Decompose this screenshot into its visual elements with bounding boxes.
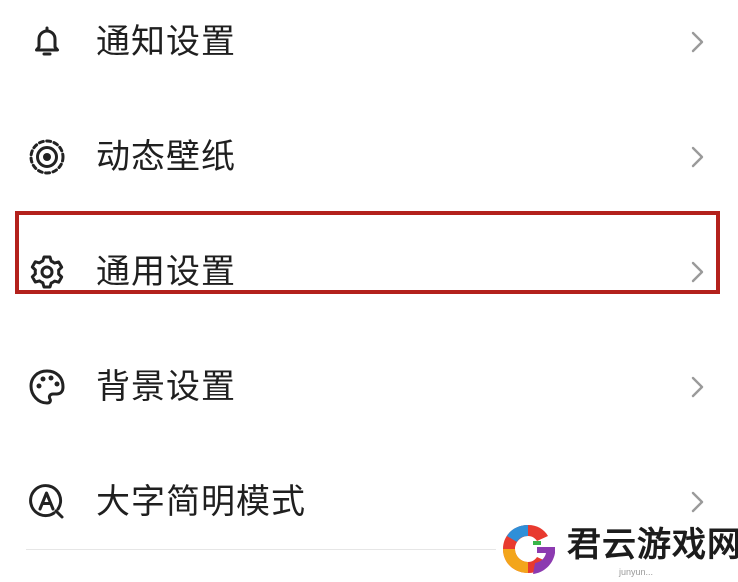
- chevron-right-icon: [684, 28, 712, 56]
- menu-item-notification-settings[interactable]: 通知设置: [0, 2, 738, 82]
- watermark-logo-icon: [497, 521, 559, 577]
- palette-icon: [27, 367, 67, 407]
- chevron-right-icon: [684, 258, 712, 286]
- watermark-subtext: junyun...: [619, 567, 654, 577]
- menu-item-label: 通用设置: [96, 252, 236, 292]
- menu-item-background-settings[interactable]: 背景设置: [0, 347, 738, 427]
- chevron-right-icon: [684, 488, 712, 516]
- large-text-icon: [27, 482, 67, 522]
- watermark-text: 君云游戏网: [567, 525, 738, 565]
- chevron-right-icon: [684, 373, 712, 401]
- menu-item-label: 大字简明模式: [96, 482, 306, 522]
- bell-icon: [27, 22, 67, 62]
- live-wallpaper-icon: [27, 137, 67, 177]
- watermark: 君云游戏网 junyun...: [495, 519, 738, 581]
- divider: [26, 549, 496, 550]
- menu-item-live-wallpaper[interactable]: 动态壁纸: [0, 117, 738, 197]
- menu-item-label: 动态壁纸: [96, 137, 236, 177]
- menu-item-label: 通知设置: [96, 22, 236, 62]
- menu-item-general-settings[interactable]: 通用设置: [0, 232, 738, 312]
- chevron-right-icon: [684, 143, 712, 171]
- menu-item-label: 背景设置: [96, 367, 236, 407]
- gear-icon: [27, 252, 67, 292]
